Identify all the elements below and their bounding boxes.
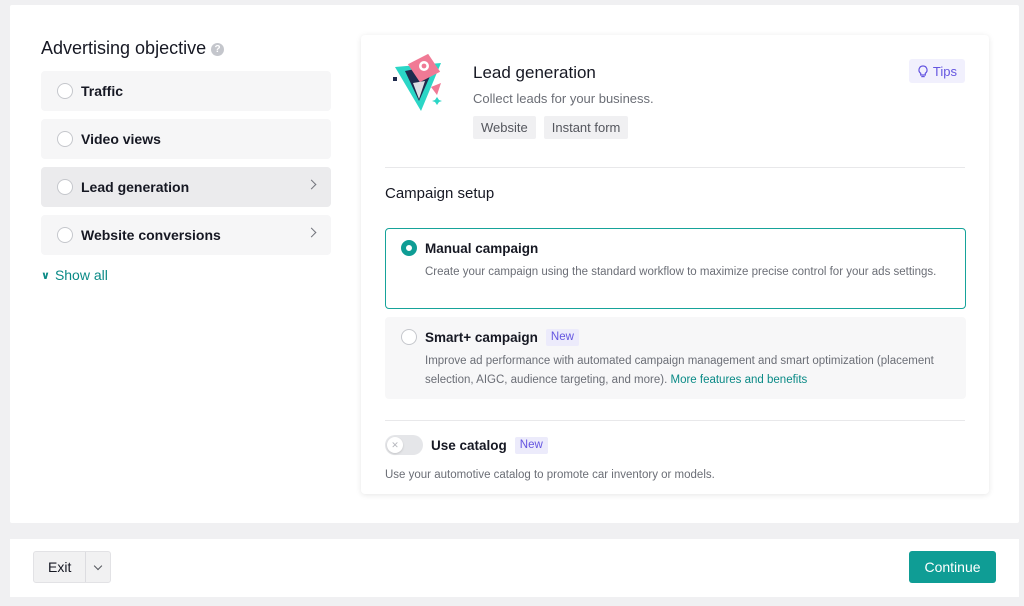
objective-item-traffic[interactable]: Traffic <box>41 71 331 111</box>
lightbulb-icon <box>918 64 928 77</box>
objective-panel: Advertising objective ? Traffic Video vi… <box>41 37 331 283</box>
objective-detail-description: Collect leads for your business. <box>473 91 654 106</box>
radio-checked-icon[interactable] <box>401 240 417 256</box>
main-card: Advertising objective ? Traffic Video vi… <box>10 5 1019 523</box>
objective-item-label: Traffic <box>81 83 124 99</box>
smart-campaign-title: Smart+ campaign <box>425 329 538 345</box>
continue-button[interactable]: Continue <box>909 551 996 583</box>
more-features-link[interactable]: More features and benefits <box>670 374 807 386</box>
use-catalog-row: ✕ Use catalog New <box>385 435 548 455</box>
use-catalog-description: Use your automotive catalog to promote c… <box>385 469 715 481</box>
radio-icon[interactable] <box>57 83 73 99</box>
radio-icon[interactable] <box>57 227 73 243</box>
objective-item-label: Lead generation <box>81 179 190 195</box>
objective-item-lead-generation[interactable]: Lead generation <box>41 167 331 207</box>
objective-detail-card: Lead generation Collect leads for your b… <box>361 35 989 494</box>
radio-icon[interactable] <box>57 179 73 195</box>
objective-list: Traffic Video views Lead generation Webs… <box>41 71 331 255</box>
exit-dropdown-button[interactable] <box>85 552 110 582</box>
new-badge: New <box>514 436 548 454</box>
objective-item-label: Website conversions <box>81 227 221 243</box>
tag-instant-form: Instant form <box>543 116 629 139</box>
objective-item-video-views[interactable]: Video views <box>41 119 331 159</box>
exit-button[interactable]: Exit <box>34 552 85 582</box>
chevron-down-icon <box>94 561 103 570</box>
chevron-right-icon <box>306 227 317 238</box>
footer-bar: Exit Continue <box>10 539 1019 597</box>
tips-button[interactable]: Tips <box>908 59 965 83</box>
double-chevron-down-icon: ∨ <box>41 269 50 282</box>
objective-title: Advertising objective ? <box>41 37 331 59</box>
help-icon[interactable]: ? <box>211 42 225 56</box>
objective-tags: Website Instant form <box>473 116 629 139</box>
use-catalog-label: Use catalog <box>431 437 507 453</box>
campaign-setup-title: Campaign setup <box>385 185 495 202</box>
smart-campaign-option[interactable]: Smart+ campaign New Improve ad performan… <box>385 317 966 399</box>
smart-campaign-description: Improve ad performance with automated ca… <box>425 355 934 386</box>
chevron-right-icon <box>306 179 317 190</box>
exit-button-group: Exit <box>33 551 112 583</box>
objective-detail-title: Lead generation <box>473 63 596 82</box>
divider <box>385 420 965 421</box>
radio-icon[interactable] <box>57 131 73 147</box>
manual-campaign-option[interactable]: Manual campaign Create your campaign usi… <box>385 228 966 309</box>
divider <box>385 167 965 168</box>
close-icon: ✕ <box>387 437 403 453</box>
tag-website: Website <box>473 116 536 139</box>
objective-item-website-conversions[interactable]: Website conversions <box>41 215 331 255</box>
new-badge: New <box>545 328 579 346</box>
funnel-illustration-icon <box>393 53 442 111</box>
use-catalog-toggle[interactable]: ✕ <box>385 435 423 455</box>
radio-icon[interactable] <box>401 329 417 345</box>
manual-campaign-title: Manual campaign <box>425 240 539 256</box>
objective-item-label: Video views <box>81 131 161 147</box>
manual-campaign-description: Create your campaign using the standard … <box>425 266 937 278</box>
show-all-link[interactable]: ∨ Show all <box>41 267 331 283</box>
